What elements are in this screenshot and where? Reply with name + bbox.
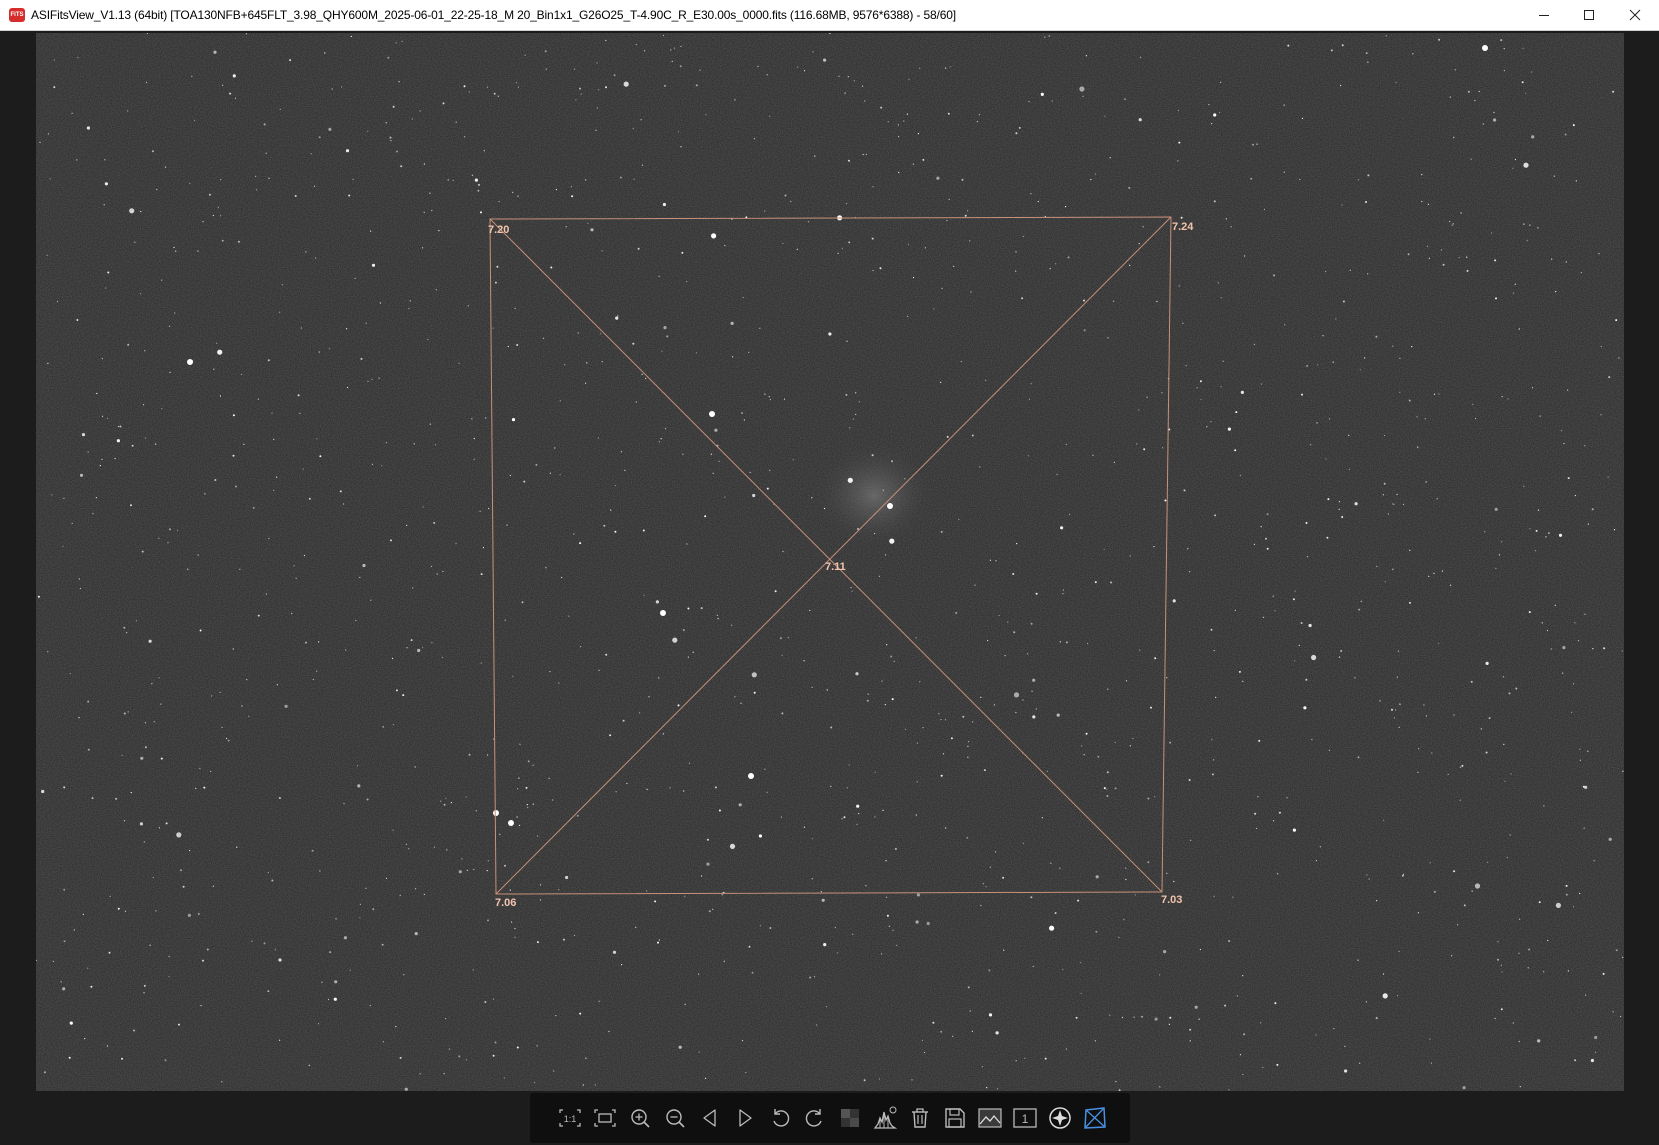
minimize-icon (1539, 15, 1549, 16)
rotate-left-icon (772, 1109, 789, 1127)
svg-text:1:1: 1:1 (563, 1114, 576, 1124)
star-field-image: 7.20 7.24 7.06 7.03 7.11 (36, 33, 1624, 1091)
maximize-icon (1584, 10, 1594, 20)
next-icon (738, 1109, 752, 1127)
previous-icon (702, 1109, 716, 1127)
svg-text:1: 1 (1021, 1112, 1028, 1126)
tilt-value-bottom-left: 7.06 (495, 897, 516, 909)
image-toolbar: 1:1 1 (530, 1093, 1130, 1143)
single-frame-icon: 1 (1012, 1108, 1037, 1128)
rotate-left-button[interactable] (762, 1101, 797, 1136)
tilt-analysis-button[interactable] (1077, 1101, 1112, 1136)
tilt-value-top-right: 7.24 (1172, 221, 1194, 233)
fits-image-viewport[interactable]: 7.20 7.24 7.06 7.03 7.11 (36, 33, 1624, 1091)
image-info-icon (977, 1108, 1002, 1128)
save-button[interactable] (937, 1101, 972, 1136)
actual-size-icon: 1:1 (558, 1109, 581, 1127)
delete-button[interactable] (902, 1101, 937, 1136)
tilt-value-bottom-right: 7.03 (1161, 894, 1182, 906)
histogram-button[interactable] (867, 1101, 902, 1136)
fit-window-icon (593, 1109, 616, 1127)
previous-image-button[interactable] (692, 1101, 727, 1136)
stretch-icon (840, 1109, 859, 1127)
delete-icon (911, 1108, 928, 1128)
tilt-analysis-icon (1083, 1107, 1106, 1129)
save-icon (944, 1108, 965, 1128)
zoom-in-icon (630, 1109, 650, 1128)
star-analysis-button[interactable] (1042, 1101, 1077, 1136)
zoom-in-button[interactable] (622, 1101, 657, 1136)
auto-stretch-button[interactable] (832, 1101, 867, 1136)
minimize-button[interactable] (1521, 0, 1567, 30)
star-analysis-icon (1048, 1107, 1071, 1129)
app-icon: FITS (9, 8, 25, 22)
left-margin (0, 31, 36, 1145)
image-info-button[interactable] (972, 1101, 1007, 1136)
title-bar: FITS ASIFitsView_V1.13 (64bit) [TOA130NF… (0, 0, 1659, 31)
rotate-right-icon (805, 1109, 822, 1127)
tilt-value-top-left: 7.20 (488, 224, 509, 236)
window-title: ASIFitsView_V1.13 (64bit) [TOA130NFB+645… (31, 8, 956, 22)
next-image-button[interactable] (727, 1101, 762, 1136)
rotate-right-button[interactable] (797, 1101, 832, 1136)
zoom-out-button[interactable] (657, 1101, 692, 1136)
right-margin (1624, 31, 1659, 1145)
actual-size-button[interactable]: 1:1 (552, 1101, 587, 1136)
single-frame-button[interactable]: 1 (1007, 1101, 1042, 1136)
tilt-value-center: 7.11 (825, 561, 846, 573)
maximize-button[interactable] (1566, 0, 1612, 30)
close-icon (1629, 9, 1641, 21)
histogram-icon (873, 1106, 897, 1129)
zoom-out-icon (665, 1109, 685, 1128)
close-button[interactable] (1612, 0, 1658, 30)
fit-window-button[interactable] (587, 1101, 622, 1136)
